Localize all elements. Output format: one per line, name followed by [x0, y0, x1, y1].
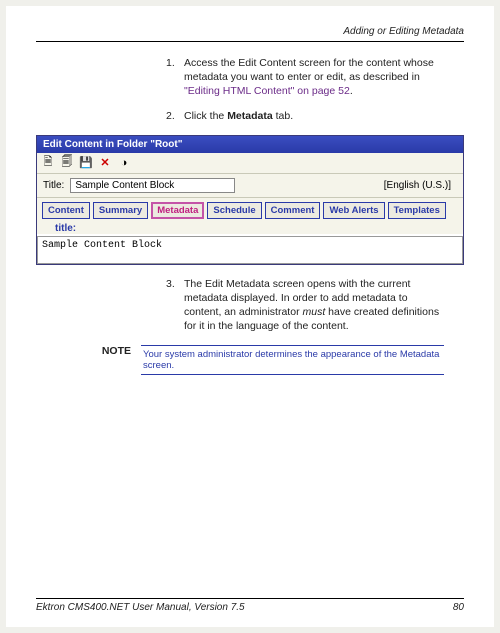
footer-page-number: 80: [453, 602, 464, 613]
step-3: 3. The Edit Metadata screen opens with t…: [166, 277, 444, 334]
note-label: NOTE: [91, 345, 131, 357]
page-header: Adding or Editing Metadata: [36, 26, 464, 37]
tab-summary[interactable]: Summary: [93, 202, 148, 219]
footer-left: Ektron CMS400.NET User Manual, Version 7…: [36, 602, 245, 613]
tab-comment[interactable]: Comment: [265, 202, 321, 219]
cancel-icon[interactable]: ✕: [98, 156, 112, 170]
edit-content-window: Edit Content in Folder "Root" 🗎 🗐 💾 ✕ ◑ …: [36, 135, 464, 265]
must-italic: must: [302, 306, 325, 318]
editing-html-link[interactable]: "Editing HTML Content" on page 52: [184, 85, 350, 97]
step-1: 1. Access the Edit Content screen for th…: [166, 56, 444, 99]
tabs-row: Content Summary Metadata Schedule Commen…: [37, 198, 463, 221]
step-1-text: Access the Edit Content screen for the c…: [184, 56, 444, 99]
save-icon[interactable]: 💾: [79, 156, 93, 170]
step-1-number: 1.: [166, 56, 184, 99]
note-row: NOTE Your system administrator determine…: [91, 345, 444, 375]
step-2: 2. Click the Metadata tab.: [166, 109, 444, 123]
footer-rule: [36, 598, 464, 599]
note-body: Your system administrator determines the…: [141, 345, 444, 375]
step-2-text: Click the Metadata tab.: [184, 109, 444, 123]
preview-icon[interactable]: ◑: [117, 156, 131, 170]
window-toolbar: 🗎 🗐 💾 ✕ ◑: [37, 153, 463, 174]
tab-content[interactable]: Content: [42, 202, 90, 219]
tab-metadata[interactable]: Metadata: [151, 202, 204, 219]
tab-web-alerts[interactable]: Web Alerts: [323, 202, 384, 219]
document-icon[interactable]: 🗎: [41, 156, 55, 170]
metadata-title-field[interactable]: Sample Content Block: [37, 236, 463, 264]
title-row: Title: [English (U.S.)]: [37, 174, 463, 198]
tab-templates[interactable]: Templates: [388, 202, 446, 219]
tab-schedule[interactable]: Schedule: [207, 202, 261, 219]
language-indicator: [English (U.S.)]: [384, 180, 451, 191]
step-3-text: The Edit Metadata screen opens with the …: [184, 277, 444, 334]
metadata-bold: Metadata: [227, 110, 273, 122]
step-3-number: 3.: [166, 277, 184, 334]
page-footer: Ektron CMS400.NET User Manual, Version 7…: [36, 598, 464, 613]
window-titlebar: Edit Content in Folder "Root": [37, 136, 463, 153]
header-rule: [36, 41, 464, 42]
checkin-icon[interactable]: 🗐: [60, 156, 74, 170]
step-2-number: 2.: [166, 109, 184, 123]
title-input[interactable]: [70, 178, 235, 193]
title-label: Title:: [43, 180, 64, 191]
metadata-field-label: title:: [55, 223, 457, 234]
